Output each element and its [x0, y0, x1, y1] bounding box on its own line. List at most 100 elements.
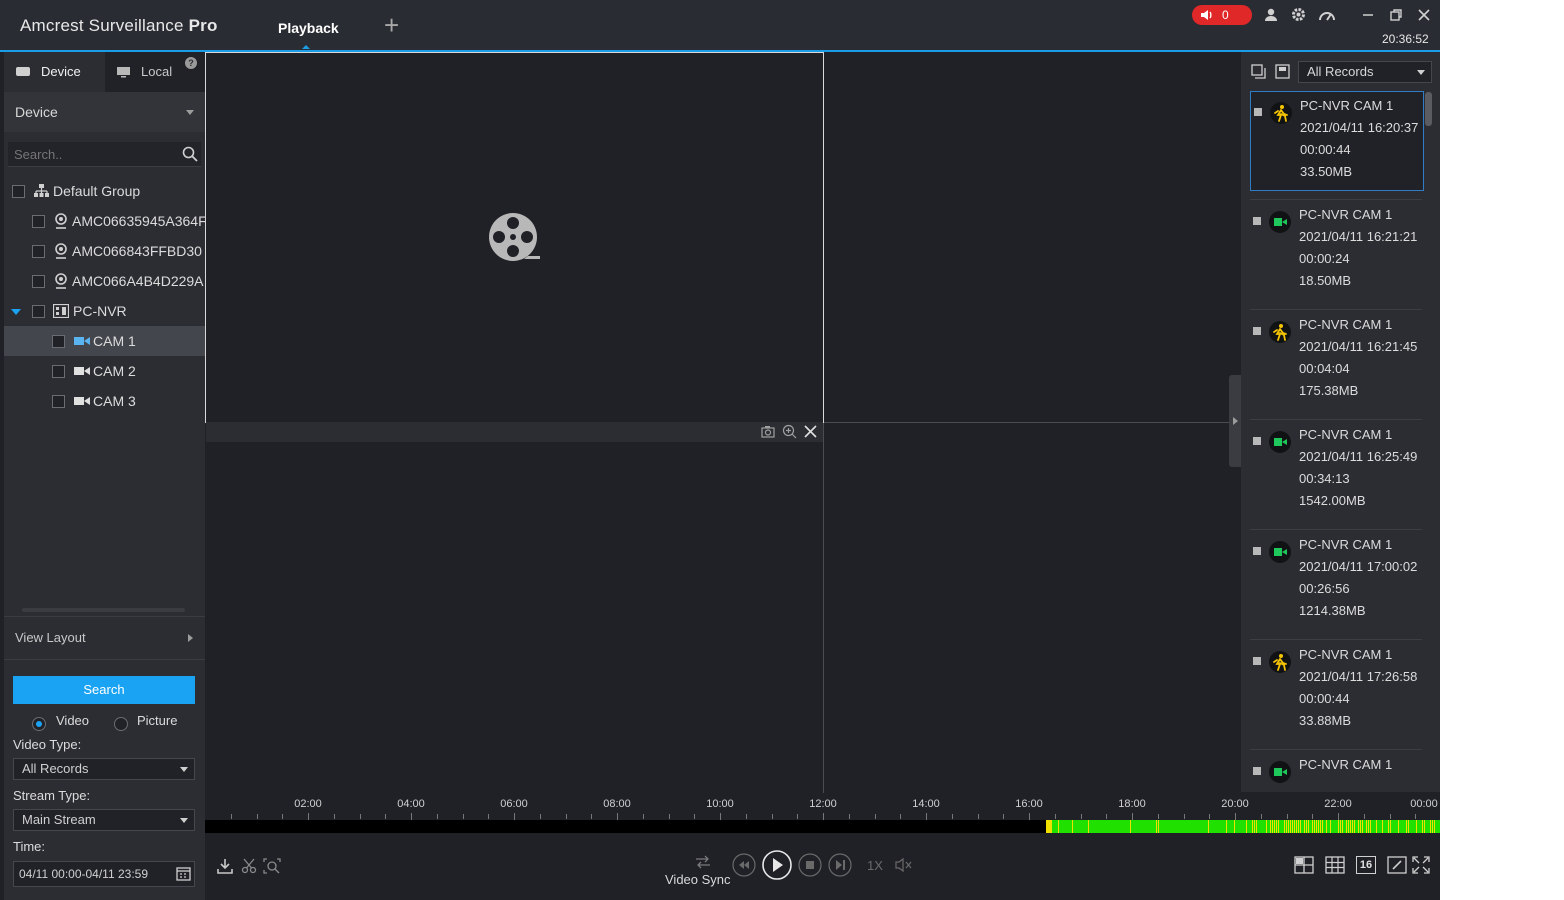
checkbox[interactable] [12, 185, 25, 198]
performance-gauge-icon[interactable] [1318, 7, 1336, 23]
horizontal-scrollbar[interactable] [22, 608, 185, 612]
timeline-motion-segment [1376, 820, 1377, 833]
video-type-select[interactable]: All Records [13, 758, 195, 780]
tree-item-default-group[interactable]: Default Group [4, 176, 205, 206]
layout-3x3-icon[interactable] [1325, 856, 1345, 874]
tree-item-amc066843ffbd30[interactable]: AMC066843FFBD30 [4, 236, 205, 266]
minimize-icon[interactable] [1361, 8, 1375, 22]
record-item[interactable]: PC-NVR CAM 1 [1250, 751, 1422, 792]
checkbox[interactable] [32, 245, 45, 258]
timeline-motion-segment [1286, 820, 1287, 833]
snapshot-camera-icon[interactable] [761, 425, 775, 438]
checkbox[interactable] [52, 335, 65, 348]
radio-indicator[interactable] [32, 717, 46, 731]
timeline-tick [514, 813, 515, 820]
right-panel-collapse-handle[interactable] [1229, 375, 1241, 467]
mute-icon[interactable] [895, 857, 913, 873]
record-checkbox[interactable] [1253, 437, 1261, 445]
record-item[interactable]: PC-NVR CAM 1 2021/04/11 17:00:02 00:26:56 1… [1250, 531, 1422, 629]
timeline-tick [1003, 814, 1004, 819]
view-layout-toggle[interactable]: View Layout [4, 616, 205, 660]
checkbox[interactable] [52, 395, 65, 408]
video-sync-label[interactable]: Video Sync [665, 872, 731, 887]
ip-camera-icon [55, 243, 67, 259]
help-icon[interactable]: ? [185, 57, 197, 69]
gear-icon[interactable] [1290, 6, 1307, 23]
timeline-record-bar[interactable] [205, 820, 1440, 833]
tree-item-amc066a4b4d229a[interactable]: AMC066A4B4D229A [4, 266, 205, 296]
add-tab-button[interactable]: + [384, 12, 399, 38]
search-button[interactable]: Search [13, 676, 195, 704]
record-checkbox[interactable] [1253, 767, 1261, 775]
restore-icon[interactable] [1389, 8, 1403, 22]
clip-scissors-icon[interactable] [241, 858, 257, 874]
radio-indicator[interactable] [114, 717, 128, 731]
radio-picture[interactable]: Picture [114, 712, 194, 734]
record-item[interactable]: PC-NVR CAM 1 2021/04/11 16:21:45 00:04:04 1… [1250, 311, 1422, 409]
tree-item-cam-3[interactable]: CAM 3 [4, 386, 205, 416]
playback-controls: Video Sync 1X 16 [205, 833, 1440, 900]
layout-16-button[interactable]: 16 [1356, 856, 1376, 874]
record-checkbox[interactable] [1253, 547, 1261, 555]
timeline-hour-label: 18:00 [1118, 798, 1146, 810]
record-filter-select[interactable]: All Records [1298, 61, 1432, 83]
tab-device[interactable]: Device [4, 52, 105, 92]
zoom-in-icon[interactable] [782, 424, 797, 439]
timeline-tick [1261, 814, 1262, 819]
close-icon[interactable] [1417, 8, 1431, 22]
custom-layout-icon[interactable] [1387, 856, 1407, 874]
fullscreen-icon[interactable] [1412, 856, 1430, 874]
device-search-input[interactable] [12, 144, 176, 164]
playback-speed[interactable]: 1X [867, 858, 883, 873]
record-item[interactable]: PC-NVR CAM 1 2021/04/11 16:21:21 00:00:24 1… [1250, 201, 1422, 299]
tab-local[interactable]: Local ? [105, 52, 206, 92]
record-checkbox[interactable] [1254, 108, 1262, 116]
stream-type-select[interactable]: Main Stream [13, 809, 195, 831]
tab-device-label: Device [41, 64, 81, 79]
timeline-tick [1055, 814, 1056, 819]
record-checkbox[interactable] [1253, 327, 1261, 335]
tree-item-label: Default Group [53, 183, 141, 199]
record-item[interactable]: PC-NVR CAM 1 2021/04/11 16:20:37 00:00:44 3… [1250, 91, 1424, 191]
tree-item-pc-nvr[interactable]: PC-NVR [4, 296, 205, 326]
select-all-icon[interactable] [1251, 64, 1266, 79]
layout-2x2-icon[interactable] [1294, 856, 1314, 874]
checkbox[interactable] [32, 275, 45, 288]
export-list-icon[interactable] [1275, 64, 1290, 79]
timeline-hour-label: 14:00 [912, 798, 940, 810]
user-icon[interactable] [1263, 7, 1279, 23]
download-icon[interactable] [217, 858, 233, 874]
play-icon[interactable] [762, 850, 792, 880]
checkbox[interactable] [32, 305, 45, 318]
record-checkbox[interactable] [1253, 657, 1261, 665]
alarm-button[interactable]: 0 [1192, 5, 1252, 25]
record-item[interactable]: PC-NVR CAM 1 2021/04/11 17:26:58 00:00:44 3… [1250, 641, 1422, 739]
radio-video[interactable]: Video [30, 712, 110, 734]
time-range-field[interactable]: 04/11 00:00-04/11 23:59 [13, 861, 195, 887]
record-list-scrollbar[interactable] [1425, 92, 1432, 788]
rewind-icon[interactable] [732, 853, 756, 877]
tree-item-cam-2[interactable]: CAM 2 [4, 356, 205, 386]
close-window-icon[interactable] [804, 425, 817, 438]
checkbox[interactable] [32, 215, 45, 228]
record-checkbox[interactable] [1253, 217, 1261, 225]
timeline-motion-segment [1320, 820, 1321, 833]
smart-search-icon[interactable] [263, 858, 281, 874]
stop-icon[interactable] [798, 853, 822, 877]
tree-item-cam-1[interactable]: CAM 1 [4, 326, 205, 356]
record-camera-name: PC-NVR CAM 1 [1299, 427, 1393, 442]
checkbox[interactable] [52, 365, 65, 378]
device-dropdown[interactable]: Device [4, 92, 205, 132]
next-frame-icon[interactable] [828, 853, 852, 877]
calendar-icon[interactable] [176, 866, 191, 881]
timeline-motion-segment [1370, 820, 1371, 833]
tab-playback[interactable]: Playback [278, 20, 339, 49]
timeline-motion-segment [1300, 820, 1301, 833]
sync-arrows-icon[interactable] [695, 855, 711, 869]
video-window-1[interactable] [205, 52, 824, 423]
tree-item-amc06635945a364f[interactable]: AMC06635945A364F [4, 206, 205, 236]
scrollbar-thumb[interactable] [1425, 92, 1432, 126]
record-item[interactable]: PC-NVR CAM 1 2021/04/11 16:25:49 00:34:13 1… [1250, 421, 1422, 519]
expand-arrow-icon[interactable] [11, 309, 21, 315]
search-icon[interactable] [182, 146, 198, 162]
